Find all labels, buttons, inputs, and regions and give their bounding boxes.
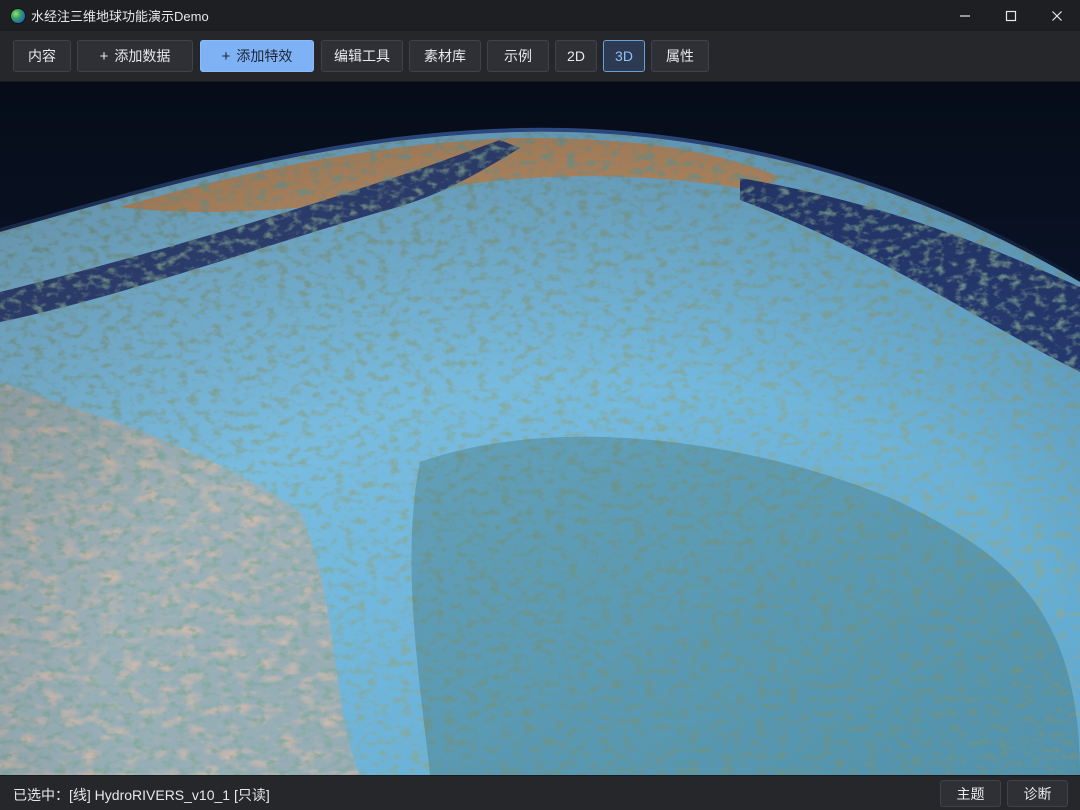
add-data-button[interactable]: + 添加数据 [77, 40, 193, 72]
properties-button[interactable]: 属性 [651, 40, 709, 72]
theme-button[interactable]: 主题 [940, 780, 1001, 807]
materials-button-label: 素材库 [424, 48, 466, 64]
edit-tools-button-label: 编辑工具 [334, 48, 390, 64]
selection-status: 已选中：[线] HydroRIVERS_v10_1 [只读] [13, 787, 270, 803]
materials-button[interactable]: 素材库 [409, 40, 481, 72]
status-bar: 已选中：[线] HydroRIVERS_v10_1 [只读] 主题 诊断 [0, 775, 1080, 810]
diagnose-button[interactable]: 诊断 [1007, 780, 1068, 807]
maximize-button[interactable] [988, 0, 1034, 31]
globe-scene [0, 127, 1080, 775]
add-effect-button[interactable]: + 添加特效 [200, 40, 314, 72]
examples-button[interactable]: 示例 [487, 40, 549, 72]
window-title: 水经注三维地球功能演示Demo [31, 9, 209, 24]
globe-viewport[interactable] [0, 82, 1080, 775]
content-button-label: 内容 [28, 48, 56, 64]
properties-button-label: 属性 [666, 48, 694, 64]
view-3d-button[interactable]: 3D [603, 40, 645, 72]
title-bar: 水经注三维地球功能演示Demo [0, 0, 1080, 31]
globe-app-icon [11, 8, 25, 23]
edit-tools-button[interactable]: 编辑工具 [321, 40, 403, 72]
plus-icon: + [99, 47, 109, 65]
diagnose-button-label: 诊断 [1023, 785, 1052, 802]
minimize-icon [960, 14, 970, 17]
content-button[interactable]: 内容 [13, 40, 71, 72]
main-toolbar: 内容 + 添加数据 + 添加特效 编辑工具 素材库 示例 2D 3D 属性 [0, 31, 1080, 82]
globe-surface [0, 131, 1080, 775]
minimize-button[interactable] [942, 0, 988, 31]
examples-button-label: 示例 [504, 48, 532, 64]
theme-button-label: 主题 [956, 785, 985, 802]
add-effect-button-label: 添加特效 [236, 48, 293, 64]
view-2d-button-label: 2D [567, 48, 585, 64]
plus-icon: + [221, 47, 231, 65]
maximize-icon [1005, 10, 1017, 21]
view-3d-button-label: 3D [615, 48, 633, 64]
window-controls [942, 0, 1080, 31]
view-2d-button[interactable]: 2D [555, 40, 597, 72]
close-button[interactable] [1034, 0, 1080, 31]
add-data-button-label: 添加数据 [114, 48, 171, 64]
close-icon [1052, 10, 1062, 21]
